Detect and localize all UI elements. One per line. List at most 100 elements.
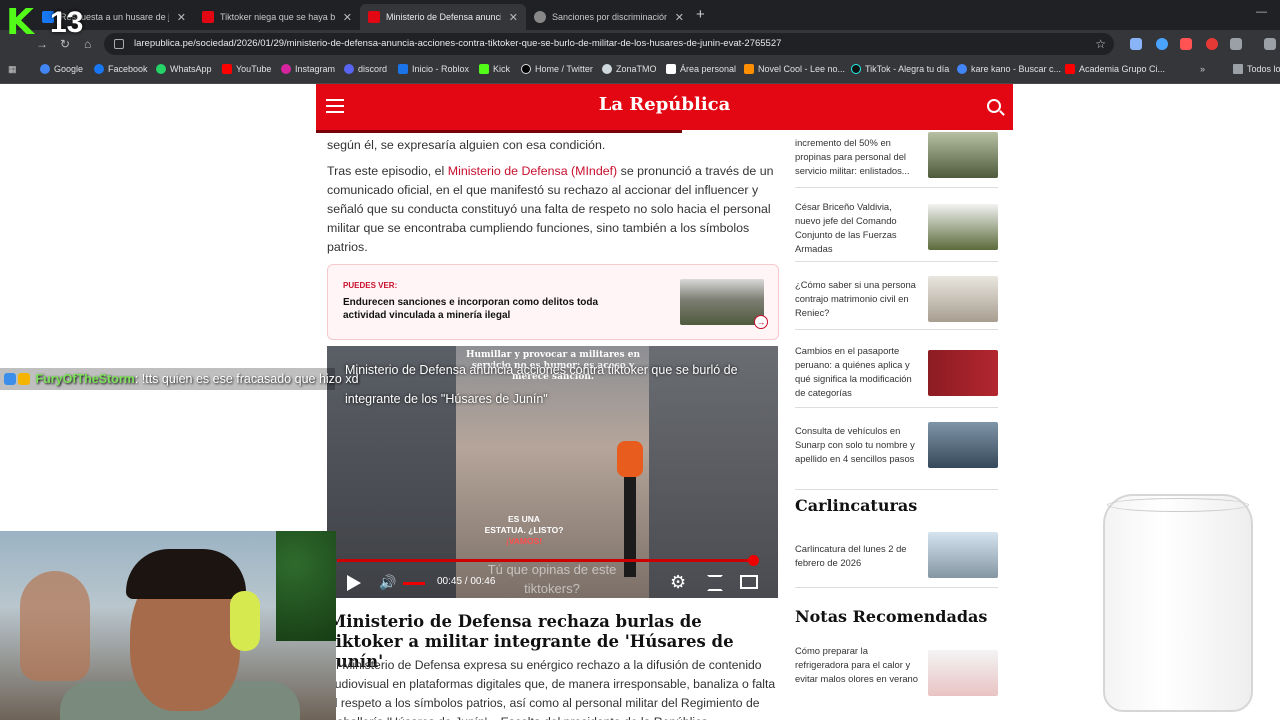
bookmark-google[interactable]: Google: [40, 64, 83, 74]
bookmark-twitter[interactable]: Home / Twitter: [521, 64, 593, 74]
puzzle-icon[interactable]: [1230, 38, 1242, 50]
menu-icon[interactable]: [1264, 38, 1276, 50]
bookmark-google-search[interactable]: kare kano - Buscar c...: [957, 64, 1061, 74]
sidebar-news-title[interactable]: César Briceño Valdivia, nuevo jefe del C…: [795, 200, 919, 256]
close-tab-icon[interactable]: ✕: [509, 11, 518, 24]
sidebar-news-item[interactable]: Consulta de vehículos en Sunarp con solo…: [795, 418, 998, 490]
bookmark-tiktok[interactable]: TikTok - Alegra tu día: [851, 64, 949, 74]
bookmark-zonatmo[interactable]: ZonaTMO: [602, 64, 657, 74]
video-seek-bar[interactable]: [337, 555, 760, 566]
fullscreen-icon[interactable]: [707, 575, 723, 591]
address-toolbar: → ↻ ⌂ larepublica.pe/sociedad/2026/01/29…: [0, 30, 1280, 58]
bookmark-label: TikTok - Alegra tu día: [865, 64, 950, 74]
site-header: La República: [316, 84, 1013, 130]
bookmarks-overflow-icon[interactable]: »: [1200, 64, 1205, 74]
video-title[interactable]: Ministerio de Defensa anuncia acciones c…: [345, 356, 775, 414]
bookmark-youtube[interactable]: YouTube: [222, 64, 271, 74]
settings-gear-icon[interactable]: ⚙: [670, 572, 686, 593]
search-icon[interactable]: [987, 99, 1001, 113]
volume-slider[interactable]: [403, 582, 425, 585]
site-logo[interactable]: La República: [316, 94, 1013, 115]
new-tab-icon[interactable]: +: [696, 6, 705, 23]
sidebar-news-thumbnail[interactable]: [928, 204, 998, 250]
globe-icon: [534, 11, 546, 23]
other-bookmarks[interactable]: Todos los: [1233, 64, 1280, 74]
article-paragraph: según él, se expresaría alguien con esa …: [327, 138, 606, 152]
tab-3-active[interactable]: Ministerio de Defensa anuncia acciones ✕: [360, 4, 526, 30]
whatsapp-icon: [156, 64, 166, 74]
nota-thumbnail[interactable]: [928, 650, 998, 696]
sidebar-news-item[interactable]: ¿Cómo saber si una persona contrajo matr…: [795, 270, 998, 330]
carlincatura-title[interactable]: Carlincatura del lunes 2 de febrero de 2…: [795, 542, 919, 570]
paragraph-text: Tras este episodio, el: [327, 164, 448, 178]
tab-4[interactable]: Sanciones por discriminación Perú ✕: [526, 4, 692, 30]
bookmark-label: Facebook: [108, 64, 148, 74]
bookmark-area-personal[interactable]: Área personal: [666, 64, 736, 74]
nota-title[interactable]: Cómo preparar la refrigeradora para el c…: [795, 644, 919, 686]
bookmark-novelcool[interactable]: Novel Cool - Lee no...: [744, 64, 845, 74]
carlincatura-item[interactable]: Carlincatura del lunes 2 de febrero de 2…: [795, 526, 998, 588]
apps-grid-icon[interactable]: ▦: [8, 64, 17, 75]
extension-icon[interactable]: [1156, 38, 1168, 50]
minimize-icon[interactable]: —: [1256, 6, 1267, 18]
plant-image: [276, 531, 336, 641]
sidebar-news-item[interactable]: César Briceño Valdivia, nuevo jefe del C…: [795, 192, 998, 262]
bookmark-facebook[interactable]: Facebook: [94, 64, 148, 74]
picture-in-picture-icon[interactable]: [740, 575, 758, 589]
sidebar-news-thumbnail[interactable]: [928, 276, 998, 322]
carlincaturas-heading[interactable]: Carlincaturas: [795, 496, 917, 515]
bookmark-label: WhatsApp: [170, 64, 212, 74]
stream-counter: 13: [50, 6, 84, 39]
arrow-right-icon[interactable]: →: [754, 315, 768, 329]
bookmark-label: Academia Grupo Ci...: [1079, 64, 1166, 74]
sidebar-news-thumbnail[interactable]: [928, 132, 998, 178]
ministerio-link[interactable]: Ministerio de Defensa (MIndef): [448, 164, 617, 178]
notas-recomendadas-heading: Notas Recomendadas: [795, 607, 988, 626]
extension-icon[interactable]: [1206, 38, 1218, 50]
youtube-icon: [222, 64, 232, 74]
extension-icon[interactable]: [1180, 38, 1192, 50]
bookmark-academia[interactable]: Academia Grupo Ci...: [1065, 64, 1165, 74]
sidebar-news-thumbnail[interactable]: [928, 422, 998, 468]
roblox-icon: [398, 64, 408, 74]
bookmark-instagram[interactable]: Instagram: [281, 64, 335, 74]
puedes-ver-card[interactable]: PUEDES VER: Endurecen sanciones e incorp…: [327, 264, 779, 340]
close-tab-icon[interactable]: ✕: [177, 11, 186, 24]
bookmark-roblox[interactable]: Inicio - Roblox: [398, 64, 469, 74]
bookmark-kick[interactable]: Kick: [479, 64, 510, 74]
caption-line: ESTATUA. ¿LISTO?: [484, 525, 564, 535]
play-icon[interactable]: [347, 575, 361, 591]
sidebar-news-thumbnail[interactable]: [928, 350, 998, 396]
nota-item[interactable]: Cómo preparar la refrigeradora para el c…: [795, 636, 998, 706]
url-bar[interactable]: larepublica.pe/sociedad/2026/01/29/minis…: [104, 33, 1114, 55]
x-icon: [521, 64, 531, 74]
hair-image: [126, 549, 246, 599]
bookmark-discord[interactable]: discord: [344, 64, 387, 74]
bookmark-star-icon[interactable]: ☆: [1095, 33, 1106, 55]
sidebar-news-title[interactable]: incremento del 50% en propinas para pers…: [795, 136, 919, 178]
youtube-icon: [1065, 64, 1075, 74]
sidebar-news-title[interactable]: Consulta de vehículos en Sunarp con solo…: [795, 424, 919, 466]
carlincatura-thumbnail[interactable]: [928, 532, 998, 578]
larepublica-icon: [202, 11, 214, 23]
close-tab-icon[interactable]: ✕: [675, 11, 684, 24]
video-player[interactable]: Humillar y provocar a militares en servi…: [327, 346, 778, 598]
puedes-ver-thumbnail[interactable]: [680, 279, 764, 325]
sidebar-news-title[interactable]: Cambios en el pasaporte peruano: a quién…: [795, 344, 919, 400]
article-body: según él, se expresaría alguien con esa …: [327, 136, 779, 257]
sidebar-news-title[interactable]: ¿Cómo saber si una persona contrajo matr…: [795, 278, 919, 320]
home-icon[interactable]: ⌂: [84, 37, 91, 51]
puedes-ver-headline[interactable]: Endurecen sanciones e incorporan como de…: [343, 296, 633, 322]
volume-icon[interactable]: 🔊: [379, 574, 396, 591]
bookmark-whatsapp[interactable]: WhatsApp: [156, 64, 212, 74]
google-icon: [957, 64, 967, 74]
bookmarks-bar: ▦ Google Facebook WhatsApp YouTube Insta…: [0, 58, 1280, 84]
zonatmo-icon: [602, 64, 612, 74]
tab-2[interactable]: Tiktoker niega que se haya burlado ✕: [194, 4, 360, 30]
site-info-icon[interactable]: [114, 39, 124, 49]
extension-icon[interactable]: [1130, 38, 1142, 50]
bookmark-label: Todos los: [1247, 64, 1280, 74]
sidebar-news-item[interactable]: Cambios en el pasaporte peruano: a quién…: [795, 338, 998, 408]
sidebar-news-item[interactable]: incremento del 50% en propinas para pers…: [795, 132, 998, 188]
close-tab-icon[interactable]: ✕: [343, 11, 352, 24]
